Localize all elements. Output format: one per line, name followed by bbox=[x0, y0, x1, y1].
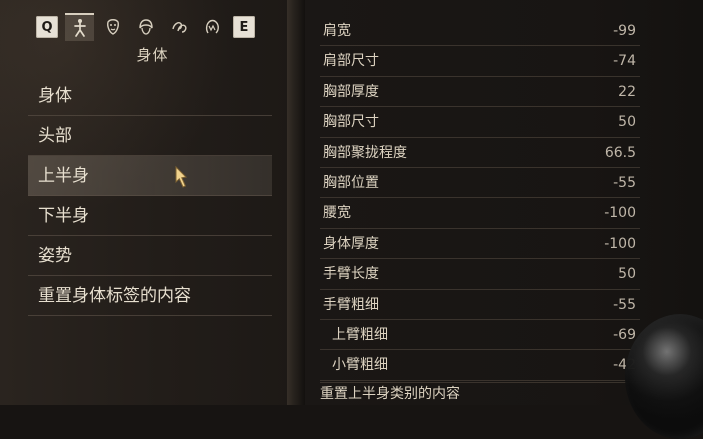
setting-value: -99 bbox=[613, 23, 636, 39]
setting-label: 肩部尺寸 bbox=[323, 53, 379, 70]
tab-skin[interactable] bbox=[197, 13, 226, 41]
setting-label: 胸部厚度 bbox=[323, 83, 379, 100]
setting-value: -55 bbox=[613, 174, 636, 191]
menu-item-label: 姿势 bbox=[38, 246, 72, 266]
upper-body-settings: 肩宽 -99 肩部尺寸 -74 胸部厚度 22 胸部尺寸 50 胸部聚拢程度 66.5 胸… bbox=[320, 16, 640, 381]
setting-label: 身体厚度 bbox=[323, 235, 379, 252]
setting-label: 胸部聚拢程度 bbox=[323, 144, 407, 161]
menu-item-label: 重置身体标签的内容 bbox=[38, 286, 191, 306]
menu-item-label: 下半身 bbox=[38, 206, 89, 226]
setting-row[interactable]: 上臂粗细 -69 bbox=[320, 320, 640, 351]
setting-row[interactable]: 胸部尺寸 50 bbox=[320, 107, 640, 138]
menu-item-head[interactable]: 头部 bbox=[28, 116, 272, 156]
skin-icon bbox=[205, 19, 219, 34]
setting-label: 胸部尺寸 bbox=[323, 114, 379, 131]
setting-value: -100 bbox=[604, 235, 636, 252]
menu-item-label: 身体 bbox=[38, 86, 72, 106]
setting-row[interactable]: 肩部尺寸 -74 bbox=[320, 46, 640, 77]
tab-hair[interactable] bbox=[131, 13, 160, 41]
panel-divider bbox=[287, 0, 305, 405]
setting-row[interactable]: 腰宽 -100 bbox=[320, 198, 640, 229]
setting-row[interactable]: 身体厚度 -100 bbox=[320, 229, 640, 260]
q-key-icon[interactable]: Q bbox=[36, 16, 58, 38]
body-icon bbox=[73, 19, 86, 37]
setting-value: 22 bbox=[618, 83, 636, 100]
setting-label: 腰宽 bbox=[323, 205, 351, 222]
setting-label: 胸部位置 bbox=[323, 174, 379, 191]
setting-row[interactable]: 肩宽 -99 bbox=[320, 16, 640, 47]
category-tabbar: Q E bbox=[33, 13, 272, 41]
setting-value: -100 bbox=[604, 205, 636, 222]
setting-row[interactable]: 胸部位置 -55 bbox=[320, 168, 640, 199]
face-icon bbox=[106, 19, 119, 35]
hair-icon bbox=[138, 19, 153, 35]
setting-label: 小臂粗细 bbox=[332, 357, 388, 374]
tab-body[interactable] bbox=[65, 13, 94, 41]
menu-item-posture[interactable]: 姿势 bbox=[28, 236, 272, 276]
menu-item-label: 头部 bbox=[38, 126, 72, 146]
setting-label: 手臂粗细 bbox=[323, 296, 379, 313]
menu-item-lower-body[interactable]: 下半身 bbox=[28, 196, 272, 236]
setting-value: -55 bbox=[613, 296, 636, 313]
setting-value: 50 bbox=[618, 114, 636, 131]
setting-row[interactable]: 胸部厚度 22 bbox=[320, 77, 640, 108]
setting-value: 66.5 bbox=[604, 144, 636, 161]
section-title: 身体 bbox=[136, 46, 169, 64]
menu-item-body[interactable]: 身体 bbox=[28, 76, 272, 116]
menu-item-reset-body[interactable]: 重置身体标签的内容 bbox=[28, 276, 272, 316]
menu-item-upper-body[interactable]: 上半身 bbox=[28, 156, 272, 196]
setting-label: 手臂长度 bbox=[323, 266, 379, 283]
setting-label: 上臂粗细 bbox=[332, 326, 388, 343]
setting-value: -74 bbox=[613, 53, 636, 70]
setting-label: 肩宽 bbox=[323, 23, 351, 39]
setting-row[interactable]: 胸部聚拢程度 66.5 bbox=[320, 138, 640, 168]
e-key-icon[interactable]: E bbox=[233, 16, 255, 38]
setting-row[interactable]: 手臂粗细 -55 bbox=[320, 290, 640, 320]
tab-eyes[interactable] bbox=[164, 13, 193, 41]
category-menu: 身体 头部 上半身 下半身 姿势 重置身体标签的内容 bbox=[28, 76, 272, 316]
setting-row[interactable]: 手臂长度 50 bbox=[320, 259, 640, 290]
pointer-cursor-icon bbox=[175, 165, 188, 188]
reset-upper-body-button[interactable]: 重置上半身类别的内容 bbox=[320, 382, 640, 405]
setting-row[interactable]: 小臂粗细 -42 bbox=[320, 350, 640, 381]
eyes-icon bbox=[171, 22, 186, 33]
tab-face[interactable] bbox=[98, 13, 127, 41]
menu-item-label: 上半身 bbox=[38, 166, 89, 186]
setting-value: 50 bbox=[618, 266, 636, 283]
